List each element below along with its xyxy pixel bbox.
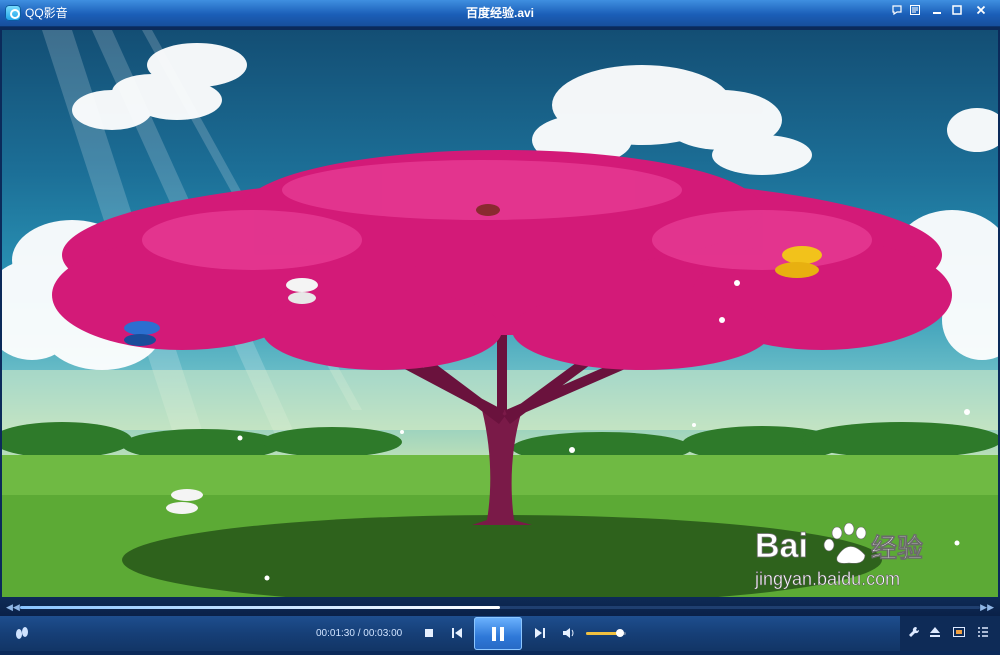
volume-icon[interactable] <box>561 626 577 640</box>
maximize-icon[interactable] <box>948 4 966 22</box>
wrench-icon[interactable] <box>905 625 923 643</box>
next-icon <box>535 628 545 638</box>
previous-icon <box>452 628 462 638</box>
baidu-paw-icon <box>823 522 867 564</box>
rewind-arrow-icon[interactable]: ◀◀ <box>6 601 20 613</box>
volume-slider[interactable] <box>586 629 626 637</box>
video-frame[interactable]: Bai 经验 jingyan.baidu.com <box>2 30 998 597</box>
right-toolbox <box>900 616 1000 651</box>
footprint-icon[interactable] <box>12 624 32 644</box>
close-icon[interactable] <box>972 4 990 22</box>
picture-icon[interactable] <box>950 625 968 643</box>
watermark-brand-cn: 经验 <box>871 533 923 564</box>
watermark-brand-text: Bai <box>755 527 808 565</box>
volume-level-fill <box>586 632 620 635</box>
minimize-icon[interactable] <box>928 4 946 22</box>
menu-icon[interactable] <box>906 4 924 22</box>
watermark-domain: jingyan.baidu.com <box>754 569 900 589</box>
stop-icon <box>425 629 433 637</box>
forward-arrow-icon[interactable]: ▶▶ <box>980 601 994 613</box>
time-display: 00:01:30 / 00:03:00 <box>316 628 403 639</box>
seek-track[interactable] <box>20 606 980 609</box>
volume-knob[interactable] <box>616 629 624 637</box>
seek-progress-fill <box>20 606 500 609</box>
control-bar: 00:01:30 / 00:03:00 <box>0 616 1000 651</box>
stop-button[interactable] <box>422 626 436 640</box>
chat-icon[interactable] <box>888 4 906 22</box>
pause-button[interactable] <box>474 617 522 650</box>
previous-button[interactable] <box>449 626 465 640</box>
pause-icon <box>492 627 504 641</box>
baidu-jingyan-watermark: Bai 经验 jingyan.baidu.com <box>753 515 973 595</box>
video-scene-image <box>2 30 998 597</box>
title-bar: QQ影音 百度经验.avi <box>0 0 1000 27</box>
eject-icon[interactable] <box>926 625 944 643</box>
seek-bar[interactable]: ◀◀ ▶▶ <box>0 598 1000 616</box>
window-title: 百度经验.avi <box>465 6 535 20</box>
next-button[interactable] <box>532 626 548 640</box>
playlist-icon[interactable] <box>974 625 992 643</box>
